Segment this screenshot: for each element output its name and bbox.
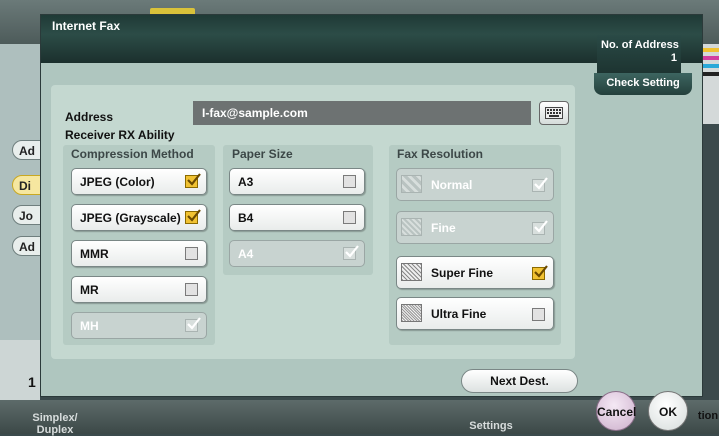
checkbox-disabled-icon — [532, 177, 548, 192]
resolution-fine-icon — [401, 218, 422, 236]
ok-button[interactable]: OK — [648, 391, 688, 431]
option-ultra-fine[interactable]: Ultra Fine — [396, 297, 554, 330]
keyboard-icon — [545, 107, 563, 119]
option-a3[interactable]: A3 — [229, 168, 365, 195]
cancel-button[interactable]: Cancel — [596, 391, 636, 431]
option-fine-disabled: Fine — [396, 211, 554, 244]
checkbox-unchecked-icon — [185, 283, 198, 296]
checkbox-unchecked-icon — [343, 211, 356, 224]
option-jpeg-color[interactable]: JPEG (Color) — [71, 168, 207, 195]
option-label: MR — [80, 283, 99, 297]
option-label: Normal — [431, 178, 473, 192]
option-mh-disabled: MH — [71, 312, 207, 339]
option-a4-disabled: A4 — [229, 240, 365, 267]
option-label: MH — [80, 319, 99, 333]
resolution-ultra-fine-icon — [401, 304, 422, 322]
option-jpeg-grayscale[interactable]: JPEG (Grayscale) — [71, 204, 207, 231]
option-label: Ultra Fine — [431, 307, 487, 321]
option-label: Super Fine — [431, 266, 494, 280]
paper-size-label: Paper Size — [232, 147, 293, 161]
background-counter: 1 — [28, 374, 36, 390]
address-label: Address — [65, 110, 114, 124]
internet-fax-dialog: Internet Fax No. of Address 1 Check Sett… — [40, 14, 703, 397]
option-mr[interactable]: MR — [71, 276, 207, 303]
option-label: B4 — [238, 211, 254, 225]
no-of-address-label: No. of Address — [601, 39, 679, 51]
background-counter-box — [0, 340, 40, 404]
checkbox-checked-icon — [532, 265, 548, 280]
resolution-super-fine-icon — [401, 263, 422, 281]
option-mmr[interactable]: MMR — [71, 240, 207, 267]
keyboard-button[interactable] — [539, 101, 569, 125]
checkbox-disabled-icon — [185, 317, 201, 332]
next-dest-button[interactable]: Next Dest. — [461, 369, 578, 393]
option-label: JPEG (Grayscale) — [80, 211, 181, 225]
background-right-strip — [703, 44, 719, 124]
checkbox-disabled-icon — [343, 245, 359, 260]
option-normal-disabled: Normal — [396, 168, 554, 201]
checkbox-unchecked-icon — [185, 247, 198, 260]
fax-resolution-label: Fax Resolution — [397, 147, 484, 161]
option-label: Fine — [431, 221, 456, 235]
option-b4[interactable]: B4 — [229, 204, 365, 231]
background-footer-label-partial: tion — [697, 410, 719, 422]
resolution-normal-icon — [401, 175, 422, 193]
background-footer-label: Simplex/ Duplex — [32, 412, 78, 436]
checkbox-checked-icon — [185, 173, 201, 188]
check-setting-button[interactable]: Check Setting — [594, 73, 692, 95]
compression-method-label: Compression Method — [71, 147, 194, 161]
option-label: MMR — [80, 247, 109, 261]
option-super-fine[interactable]: Super Fine — [396, 256, 554, 289]
background-footer-label: Settings — [469, 420, 513, 432]
receiver-rx-ability-label: Receiver RX Ability — [65, 128, 175, 142]
dialog-content: Address I-fax@sample.com Receiver RX Abi… — [51, 85, 575, 359]
option-label: A4 — [238, 247, 254, 261]
checkbox-unchecked-icon — [532, 308, 545, 321]
option-label: A3 — [238, 175, 254, 189]
checkbox-unchecked-icon — [343, 175, 356, 188]
option-label: JPEG (Color) — [80, 175, 155, 189]
dialog-title: Internet Fax — [52, 19, 121, 33]
paper-size-group: Paper Size A3 B4 A4 — [223, 145, 373, 275]
compression-method-group: Compression Method JPEG (Color) JPEG (Gr… — [63, 145, 215, 345]
checkbox-checked-icon — [185, 209, 201, 224]
checkbox-disabled-icon — [532, 220, 548, 235]
address-field[interactable]: I-fax@sample.com — [193, 101, 531, 125]
fax-resolution-group: Fax Resolution Normal Fine Super Fine Ul… — [389, 145, 561, 345]
no-of-address-value: 1 — [670, 52, 677, 64]
no-of-address-panel: No. of Address 1 — [597, 35, 681, 73]
